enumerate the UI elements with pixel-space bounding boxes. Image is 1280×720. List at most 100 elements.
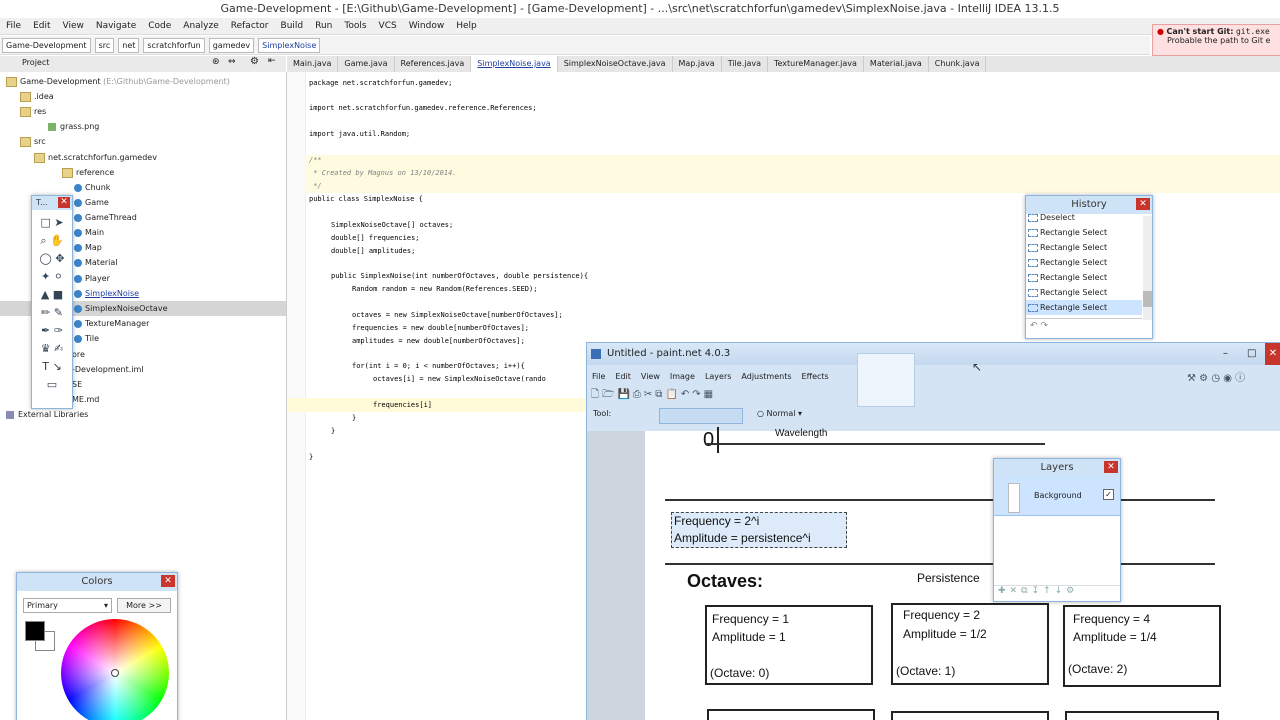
close-icon[interactable]: ✕	[1265, 343, 1280, 365]
history-item[interactable]: Rectangle Select	[1026, 240, 1142, 255]
tree-item-map[interactable]: Map	[74, 240, 102, 255]
copy-icon[interactable]: ⧉	[655, 389, 665, 400]
menu-window[interactable]: Window	[403, 18, 451, 34]
breadcrumb-simplexnoise[interactable]: SimplexNoise	[258, 38, 321, 53]
tree-item-se[interactable]: SE	[72, 377, 82, 392]
collapse-icon[interactable]: ⇔	[228, 57, 236, 67]
wand-tool-icon[interactable]: ✦ ⚪	[34, 268, 70, 286]
lasso-tool-icon[interactable]: ◯ ✥	[34, 250, 70, 268]
new-icon[interactable]: 🗋	[591, 389, 602, 400]
stamp-tool-icon[interactable]: ♛ ✍	[34, 340, 70, 358]
menu-run[interactable]: Run	[309, 18, 338, 34]
duplicate-layer-icon[interactable]: ⧉	[1021, 586, 1031, 596]
canvas[interactable]: 0 Wavelength Frequency = 2^i Amplitude =…	[645, 427, 1280, 720]
zoom-tool-icon[interactable]: ⌕ ✋	[34, 232, 70, 250]
history-item[interactable]: Rectangle Select	[1026, 270, 1142, 285]
history-item[interactable]: Deselect	[1026, 214, 1142, 225]
breadcrumb-net[interactable]: net	[118, 38, 140, 53]
pn-menu-file[interactable]: File	[587, 369, 610, 385]
shape-tool-icon[interactable]: ▭	[34, 376, 70, 394]
pn-menu-view[interactable]: View	[636, 369, 665, 385]
tree-item-readme[interactable]: ME.md	[72, 392, 99, 407]
menu-vcs[interactable]: VCS	[373, 18, 403, 34]
tree-item-package[interactable]: net.scratchforfun.gamedev	[34, 150, 157, 165]
menu-help[interactable]: Help	[450, 18, 483, 34]
more-colors-button[interactable]: More >>	[117, 598, 171, 613]
color-picker-handle[interactable]	[111, 669, 119, 677]
tab-tile[interactable]: Tile.java	[722, 56, 768, 72]
tree-item-src[interactable]: src	[20, 134, 46, 149]
layer-item-background[interactable]: Background ✓	[994, 477, 1120, 516]
image-thumbnail[interactable]	[857, 353, 915, 407]
tab-texturemanager[interactable]: TextureManager.java	[768, 56, 864, 72]
menu-refactor[interactable]: Refactor	[225, 18, 275, 34]
tree-item-tile[interactable]: Tile	[74, 331, 99, 346]
close-icon[interactable]: ✕	[1104, 461, 1118, 473]
pn-menu-adjustments[interactable]: Adjustments	[736, 369, 796, 385]
tree-item-game[interactable]: Game	[74, 195, 109, 210]
color-wheel[interactable]	[61, 619, 169, 720]
breadcrumb-project[interactable]: Game-Development	[2, 38, 91, 53]
tree-item-ore[interactable]: ore	[72, 347, 85, 362]
close-icon[interactable]: ✕	[1136, 198, 1150, 210]
merge-layer-icon[interactable]: ↧	[1032, 586, 1044, 596]
undo-icon[interactable]: ↶	[681, 389, 692, 400]
tab-map[interactable]: Map.java	[673, 56, 722, 72]
pn-menu-image[interactable]: Image	[665, 369, 700, 385]
tab-game[interactable]: Game.java	[338, 56, 395, 72]
tree-item-chunk[interactable]: Chunk	[74, 180, 110, 195]
layer-properties-icon[interactable]: ⚙	[1066, 586, 1078, 596]
tab-chunk[interactable]: Chunk.java	[929, 56, 987, 72]
tab-main[interactable]: Main.java	[287, 56, 339, 72]
print-icon[interactable]: ⎙	[633, 389, 644, 400]
history-scrollbar[interactable]	[1143, 216, 1152, 320]
project-view-select[interactable]: Project	[22, 58, 49, 67]
open-icon[interactable]: 🗁	[602, 389, 617, 400]
move-down-icon[interactable]: ↓	[1055, 586, 1067, 596]
tree-item-player[interactable]: Player	[74, 271, 110, 286]
tab-references[interactable]: References.java	[395, 56, 472, 72]
menu-tools[interactable]: Tools	[338, 18, 372, 34]
history-icon[interactable]: ◷	[1211, 373, 1220, 384]
tree-item-grass[interactable]: grass.png	[48, 119, 99, 134]
history-item-selected[interactable]: Rectangle Select	[1026, 300, 1142, 315]
menu-navigate[interactable]: Navigate	[90, 18, 142, 34]
pn-menu-layers[interactable]: Layers	[700, 369, 736, 385]
tree-item-iml[interactable]: -Development.iml	[72, 362, 144, 377]
tree-item-simplexnoise[interactable]: SimplexNoise	[74, 286, 139, 301]
brush-tool-icon[interactable]: ✒ ✑	[34, 322, 70, 340]
tree-item-main[interactable]: Main	[74, 225, 104, 240]
close-icon[interactable]: ✕	[58, 197, 70, 208]
tools-icon[interactable]: ⚒	[1187, 373, 1196, 384]
hide-icon[interactable]: ⇤	[268, 56, 276, 66]
color-mode-select[interactable]: Primary ▾	[23, 598, 112, 613]
menu-file[interactable]: File	[0, 18, 27, 34]
breadcrumb-gamedev[interactable]: gamedev	[208, 38, 255, 53]
breadcrumb-scratchforfun[interactable]: scratchforfun	[143, 38, 205, 53]
selection-mode-buttons[interactable]	[659, 408, 743, 424]
tab-simplexnoiseoctave[interactable]: SimplexNoiseOctave.java	[558, 56, 673, 72]
tree-item-res[interactable]: res	[20, 104, 46, 119]
tab-simplexnoise[interactable]: SimplexNoise.java	[471, 56, 558, 72]
grid-icon[interactable]: ▦	[704, 389, 716, 400]
history-item[interactable]: Rectangle Select	[1026, 285, 1142, 300]
redo-icon[interactable]: ↷	[692, 389, 703, 400]
paste-icon[interactable]: 📋	[665, 389, 680, 400]
undo-icon[interactable]: ↶	[1030, 321, 1038, 331]
redo-icon[interactable]: ↷	[1040, 321, 1048, 331]
formula-selection[interactable]: Frequency = 2^i Amplitude = persistence^…	[671, 512, 847, 548]
menu-analyze[interactable]: Analyze	[177, 18, 224, 34]
maximize-icon[interactable]: □	[1247, 343, 1256, 365]
tree-item-material[interactable]: Material	[74, 255, 118, 270]
add-layer-icon[interactable]: ✚	[998, 586, 1010, 596]
tree-item-texturemanager[interactable]: TextureManager	[74, 316, 149, 331]
sync-icon[interactable]: ⊛	[212, 57, 220, 67]
history-item[interactable]: Rectangle Select	[1026, 255, 1142, 270]
tab-material[interactable]: Material.java	[864, 56, 929, 72]
minimize-icon[interactable]: –	[1223, 343, 1228, 365]
cut-icon[interactable]: ✂	[644, 389, 655, 400]
palette-icon[interactable]: ◉	[1223, 373, 1232, 384]
history-item[interactable]: Rectangle Select	[1026, 225, 1142, 240]
tree-item-reference[interactable]: reference	[62, 165, 114, 180]
tree-item-root[interactable]: Game-Development (E:\Github\Game-Develop…	[6, 74, 230, 89]
